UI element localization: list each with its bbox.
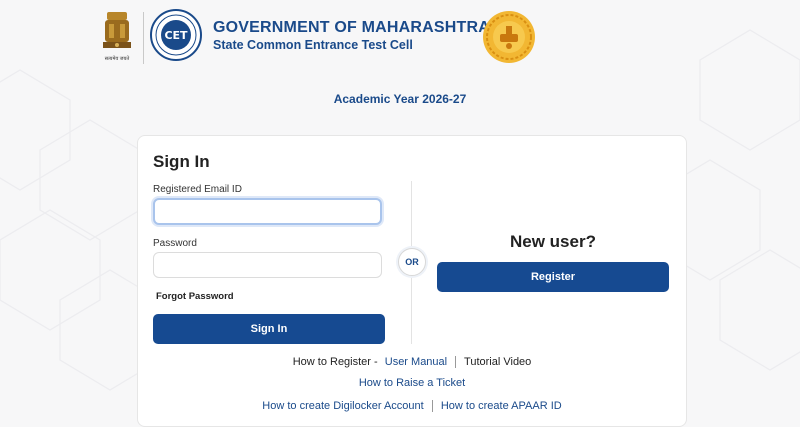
national-emblem-icon: सत्यमेव जयते <box>103 12 131 62</box>
password-label: Password <box>153 238 197 249</box>
email-input[interactable] <box>153 198 382 225</box>
maharashtra-seal-icon <box>483 11 535 63</box>
digilocker-link[interactable]: How to create Digilocker Account <box>262 400 423 412</box>
cet-logo-icon: CET <box>150 9 202 61</box>
link-separator <box>455 356 457 369</box>
ticket-help-row: How to Raise a Ticket <box>138 377 686 389</box>
forgot-password-link[interactable]: Forgot Password <box>156 291 234 302</box>
header-subtitle: State Common Entrance Test Cell <box>213 38 413 52</box>
account-help-row: How to create Digilocker Account How to … <box>138 400 686 413</box>
signin-title: Sign In <box>153 152 210 171</box>
register-button[interactable]: Register <box>437 262 669 292</box>
password-input[interactable] <box>153 252 382 278</box>
emblem-caption: सत्यमेव जयते <box>105 55 130 62</box>
header-title: GOVERNMENT OF MAHARASHTRA <box>213 19 490 36</box>
or-badge: OR <box>398 248 426 276</box>
apaar-link[interactable]: How to create APAAR ID <box>441 400 562 412</box>
academic-year: Academic Year 2026-27 <box>333 92 467 106</box>
register-help-row: How to Register - User Manual Tutorial V… <box>138 356 686 369</box>
site-header: सत्यमेव जयते CET GOVERNMENT OF MAHARASHT… <box>100 8 700 64</box>
signin-button[interactable]: Sign In <box>153 314 385 344</box>
email-label: Registered Email ID <box>153 184 242 195</box>
header-divider <box>143 12 144 64</box>
login-card: Sign In Registered Email ID Password For… <box>137 135 687 427</box>
new-user-heading: New user? <box>510 232 596 251</box>
how-to-register-text: How to Register - <box>292 356 378 368</box>
cet-logo-text: CET <box>164 29 188 42</box>
tutorial-video-link[interactable]: Tutorial Video <box>464 356 531 368</box>
link-separator <box>431 400 433 413</box>
user-manual-link[interactable]: User Manual <box>385 356 447 368</box>
raise-ticket-link[interactable]: How to Raise a Ticket <box>359 377 465 389</box>
